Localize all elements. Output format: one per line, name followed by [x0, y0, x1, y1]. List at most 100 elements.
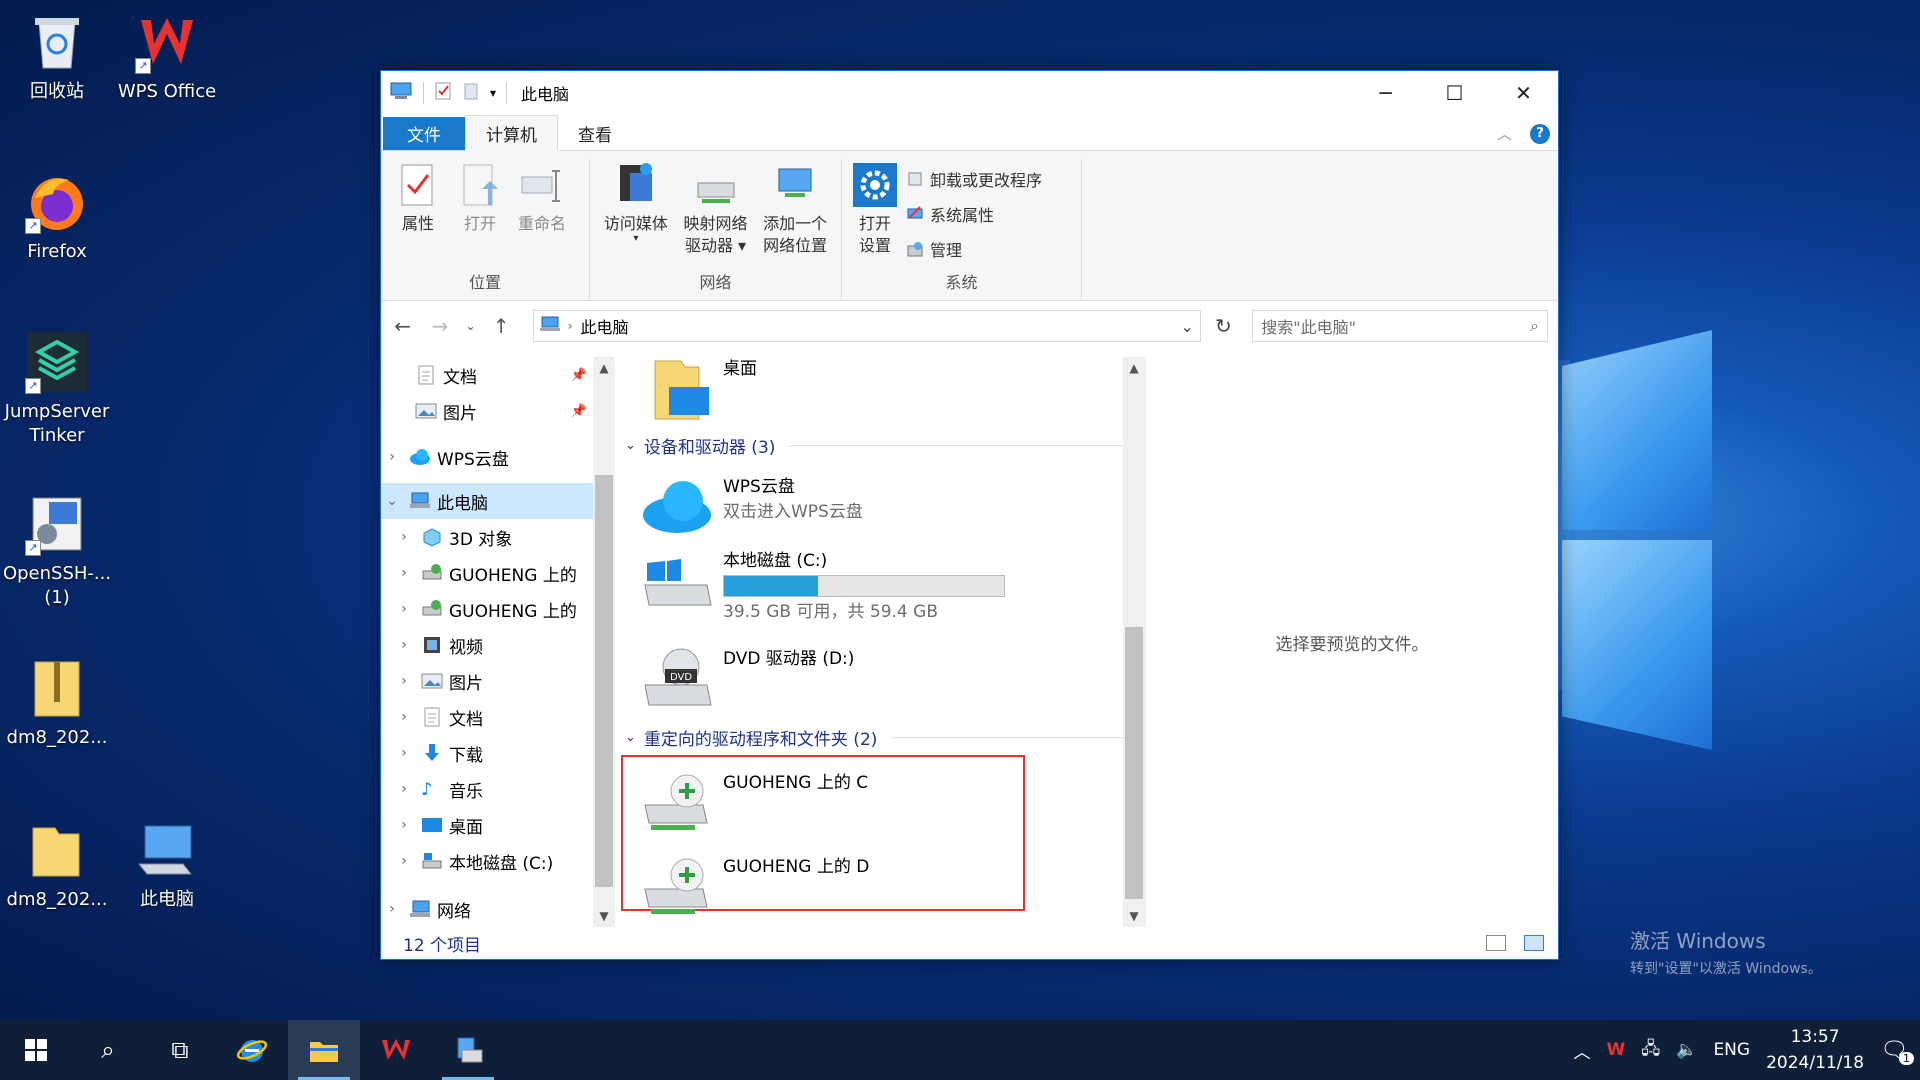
item-guoheng-d[interactable]: GUOHENG 上的 D	[641, 855, 869, 919]
refresh-icon[interactable]: ↻	[1215, 314, 1236, 338]
content-pane: 桌面 ⌄ 设备和驱动器 (3) WPS云盘 双击进入WPS云盘 本地磁盘 (C:)…	[615, 357, 1145, 927]
tab-computer[interactable]: 计算机	[465, 115, 558, 151]
chevron-right-icon[interactable]: ›	[393, 853, 415, 869]
item-count: 12 个项目	[403, 935, 482, 956]
details-view-icon[interactable]	[1486, 935, 1506, 951]
up-button[interactable]: ↑	[489, 314, 512, 338]
item-local-disk-c[interactable]: 本地磁盘 (C:) 39.5 GB 可用，共 59.4 GB	[641, 549, 1005, 625]
chevron-down-icon[interactable]: ⌄	[625, 730, 636, 745]
group-label: 网络	[699, 273, 732, 292]
recent-locations-icon[interactable]: ⌄	[465, 319, 475, 333]
forward-button[interactable]: →	[428, 314, 451, 338]
nav-item-network[interactable]: › 网络	[381, 891, 593, 927]
new-folder-quick-icon[interactable]	[462, 81, 480, 105]
system-properties-button[interactable]: 系统属性	[906, 200, 1042, 227]
nav-item-pictures-pinned[interactable]: 图片 📌	[381, 393, 593, 429]
desktop-icon-wps[interactable]: ↗ WPS Office	[112, 10, 222, 104]
properties-quick-icon[interactable]	[434, 81, 452, 105]
chevron-right-icon[interactable]: ›	[393, 637, 415, 653]
nav-item-downloads[interactable]: › 下载	[381, 735, 593, 771]
manage-button[interactable]: 管理	[906, 235, 1042, 262]
chevron-right-icon[interactable]: ›	[393, 529, 415, 545]
chevron-right-icon[interactable]: ›	[393, 565, 415, 581]
clock[interactable]: 13:57 2024/11/18	[1766, 1024, 1864, 1076]
taskbar-file-explorer[interactable]	[288, 1020, 360, 1080]
taskbar-server-app[interactable]	[432, 1020, 504, 1080]
search-input[interactable]: 搜索"此电脑"	[1261, 314, 1356, 338]
chevron-down-icon[interactable]: ⌄	[625, 438, 636, 453]
chevron-right-icon[interactable]: ›	[381, 449, 403, 465]
nav-item-pictures[interactable]: › 图片	[381, 663, 593, 699]
nav-item-desktop[interactable]: › 桌面	[381, 807, 593, 843]
redirected-section-header[interactable]: ⌄ 重定向的驱动程序和文件夹 (2)	[625, 725, 1135, 750]
rename-icon	[520, 161, 564, 209]
collapse-ribbon-icon[interactable]: ︿	[1497, 123, 1512, 144]
input-language[interactable]: ENG	[1713, 1040, 1750, 1060]
chevron-right-icon[interactable]: ›	[393, 601, 415, 617]
nav-item-guoheng-c[interactable]: › GUOHENG 上的	[381, 555, 593, 591]
taskbar-wps[interactable]	[360, 1020, 432, 1080]
desktop-icon-dm8-folder[interactable]: dm8_202...	[2, 818, 112, 912]
nav-item-documents[interactable]: › 文档	[381, 699, 593, 735]
desktop-icon-recycle-bin[interactable]: 回收站	[2, 10, 112, 104]
customize-quick-access-icon[interactable]: ▾	[490, 86, 496, 100]
chevron-right-icon[interactable]: ›	[393, 709, 415, 725]
nav-scrollbar[interactable]: ▲ ▼	[593, 357, 615, 927]
nav-item-guoheng-d[interactable]: › GUOHENG 上的	[381, 591, 593, 627]
nav-item-3d-objects[interactable]: › 3D 对象	[381, 519, 593, 555]
chevron-right-icon[interactable]: ›	[393, 817, 415, 833]
search-taskbar-button[interactable]: ⌕	[72, 1020, 144, 1080]
scroll-up-icon[interactable]: ▲	[593, 357, 615, 379]
chevron-right-icon[interactable]: ›	[381, 901, 403, 917]
address-dropdown-icon[interactable]: ⌄	[1181, 317, 1194, 336]
nav-item-documents-pinned[interactable]: 文档 📌	[381, 357, 593, 393]
content-scrollbar[interactable]: ▲ ▼	[1123, 357, 1145, 927]
volume-icon[interactable]: 🔈	[1676, 1040, 1697, 1060]
chevron-right-icon[interactable]: ›	[393, 781, 415, 797]
nav-item-music[interactable]: › ♪ 音乐	[381, 771, 593, 807]
nav-item-videos[interactable]: › 视频	[381, 627, 593, 663]
tab-file[interactable]: 文件	[383, 117, 465, 150]
close-button[interactable]: ✕	[1489, 71, 1558, 115]
minimize-button[interactable]: ─	[1351, 71, 1420, 115]
item-guoheng-c[interactable]: GUOHENG 上的 C	[641, 771, 868, 835]
search-icon[interactable]: ⌕	[1530, 316, 1539, 336]
desktop-icon-this-pc[interactable]: 此电脑	[112, 818, 222, 912]
taskbar-ie[interactable]	[216, 1020, 288, 1080]
back-button[interactable]: ←	[391, 314, 414, 338]
tab-view[interactable]: 查看	[558, 116, 632, 150]
nav-item-local-disk-c[interactable]: › 本地磁盘 (C:)	[381, 843, 593, 879]
task-view-button[interactable]: ⧉	[144, 1020, 216, 1080]
desktop-icon-openssh[interactable]: ↗ OpenSSH-... (1)	[2, 492, 112, 610]
address-bar[interactable]: › 此电脑 ⌄	[532, 310, 1201, 342]
chevron-right-icon[interactable]: ›	[393, 745, 415, 761]
help-icon[interactable]: ?	[1530, 123, 1550, 144]
scroll-up-icon[interactable]: ▲	[1123, 357, 1145, 379]
uninstall-programs-button[interactable]: 卸载或更改程序	[906, 165, 1042, 192]
item-dvd-drive[interactable]: DVD DVD 驱动器 (D:)	[641, 647, 854, 711]
nav-scroll-thumb[interactable]	[595, 475, 613, 887]
show-hidden-icons-icon[interactable]: ︿	[1574, 1038, 1591, 1063]
address-path[interactable]: 此电脑	[581, 314, 629, 338]
desktop-icon-firefox[interactable]: ↗ Firefox	[2, 170, 112, 264]
scroll-down-icon[interactable]: ▼	[593, 905, 615, 927]
network-tray-icon[interactable]: 🖧	[1641, 1036, 1660, 1065]
large-icons-view-icon[interactable]	[1524, 935, 1544, 951]
search-box[interactable]: 搜索"此电脑" ⌕	[1252, 310, 1549, 342]
chevron-right-icon[interactable]: ›	[393, 673, 415, 689]
nav-item-this-pc[interactable]: ⌄ 此电脑	[381, 483, 593, 519]
desktop-icon-jumpserver[interactable]: ↗ JumpServer Tinker	[2, 330, 112, 448]
start-button[interactable]	[0, 1020, 72, 1080]
nav-item-wps-cloud[interactable]: › WPS云盘	[381, 439, 593, 475]
wps-tray-icon[interactable]: W	[1607, 1040, 1626, 1060]
maximize-button[interactable]: ☐	[1420, 71, 1489, 115]
scroll-down-icon[interactable]: ▼	[1123, 905, 1145, 927]
desktop-icon-dm8-zip[interactable]: dm8_202...	[2, 656, 112, 750]
content-scroll-thumb[interactable]	[1125, 627, 1143, 899]
item-desktop-folder[interactable]: 桌面	[641, 357, 757, 421]
chevron-down-icon[interactable]: ⌄	[381, 493, 403, 509]
item-wps-cloud[interactable]: WPS云盘 双击进入WPS云盘	[641, 475, 863, 539]
devices-section-header[interactable]: ⌄ 设备和驱动器 (3)	[625, 433, 1135, 458]
address-row: ← → ⌄ ↑ › 此电脑 ⌄ ↻ 搜索"此电脑" ⌕	[381, 301, 1558, 351]
notification-center-icon[interactable]: 🗨 1	[1880, 1038, 1914, 1065]
